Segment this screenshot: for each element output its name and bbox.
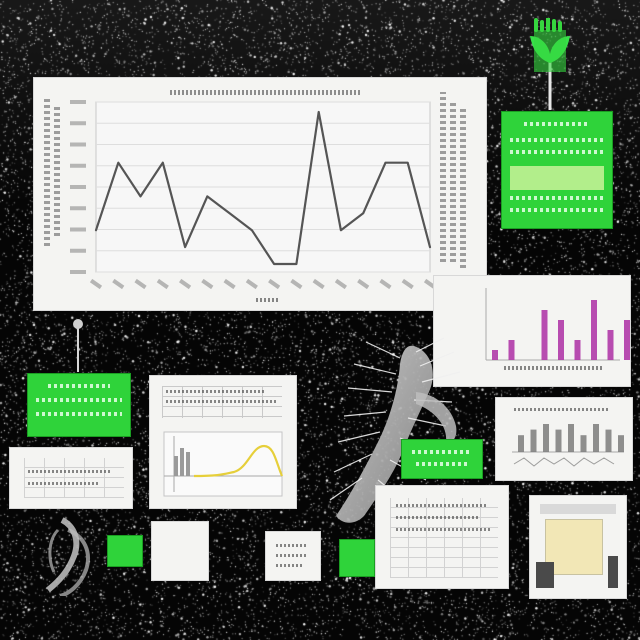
bottom-small-green-card-left	[108, 536, 142, 566]
x-tick-scribble	[334, 278, 347, 290]
main-line-chart-panel	[34, 78, 486, 310]
x-tick-scribble	[134, 278, 147, 290]
list-card-scribble-2	[276, 554, 308, 557]
x-tick-scribble	[223, 278, 236, 290]
bar	[591, 300, 597, 360]
document-header-bar	[540, 504, 616, 514]
x-tick-scribble	[179, 278, 192, 290]
mini-bar	[543, 424, 549, 452]
curve-left-bar-1	[174, 456, 178, 476]
list-card-scribble-1	[276, 544, 306, 547]
x-tick-scribble	[156, 278, 169, 290]
green-left-panel	[28, 374, 130, 436]
document-dark-block	[536, 562, 554, 588]
green-center-row-2	[416, 462, 468, 466]
bottom-small-green-card-right	[340, 540, 374, 576]
document-highlight	[546, 520, 602, 574]
y-tick-scribble	[70, 142, 86, 147]
x-tick-scribble	[245, 278, 258, 290]
y-tick-scribble	[70, 121, 86, 126]
green-left-row-1	[36, 398, 122, 402]
mini-bars	[518, 424, 624, 452]
y-tick-scribble	[70, 206, 86, 211]
y-ticks	[70, 100, 86, 274]
green-center-row-1	[412, 450, 472, 454]
bottom-left-grid	[24, 458, 124, 498]
green-left-title	[48, 384, 110, 388]
x-tick-scribble	[312, 278, 325, 290]
mini-bar	[580, 435, 587, 452]
bottom-center-scribble-1	[396, 504, 488, 507]
mini-bar	[593, 424, 599, 452]
seedling-icon	[530, 18, 570, 110]
bar	[558, 320, 564, 360]
list-card-scribble-3	[276, 564, 302, 567]
green-panel-row-1	[510, 138, 604, 142]
bottom-center-table-panel	[376, 486, 508, 588]
mini-bar-baseline-scribble	[513, 457, 615, 467]
x-tick-scribble	[268, 278, 281, 290]
bar-chart-x-scribble	[504, 366, 604, 370]
x-tick-scribble	[290, 278, 303, 290]
y-tick-scribble	[70, 185, 86, 189]
green-summary-panel	[502, 112, 612, 228]
mini-bar-chart	[512, 424, 624, 467]
bottom-small-white-card	[152, 522, 208, 580]
bar	[574, 340, 581, 360]
x-tick-scribble	[201, 278, 214, 290]
y-tick-scribble	[70, 227, 86, 232]
mini-bar	[530, 429, 537, 452]
document-dark-edge	[608, 556, 618, 588]
x-tick-scribble	[89, 278, 103, 290]
curve-left-bar-3	[186, 452, 190, 476]
mini-bar	[568, 424, 574, 452]
x-ticks	[89, 278, 437, 290]
green-panel-row-2	[510, 150, 604, 154]
bar	[541, 310, 548, 360]
mini-bar	[555, 429, 562, 452]
y-tick-scribble	[70, 163, 86, 168]
y-tick-scribble	[70, 248, 86, 253]
x-tick-scribble	[379, 278, 392, 290]
mini-bar	[518, 435, 524, 452]
x-tick-scribble	[401, 278, 414, 290]
green-panel-row-4	[510, 208, 604, 212]
y-tick-scribble	[70, 270, 86, 274]
bottom-center-grid	[390, 498, 498, 578]
bar	[624, 320, 630, 360]
bottom-left-scribble-1	[28, 470, 110, 473]
table-and-curve-panel	[150, 376, 296, 508]
root-illustration	[46, 517, 90, 596]
curve-left-bar-2	[180, 448, 184, 476]
bar	[508, 340, 515, 360]
y-tick-scribble	[70, 100, 86, 104]
bar	[607, 330, 614, 360]
bottom-left-table-panel	[10, 448, 132, 508]
line-chart	[70, 100, 437, 290]
x-tick-scribble	[112, 278, 125, 290]
mini-bar	[618, 435, 624, 452]
green-panel-row-3	[510, 196, 604, 200]
bar	[492, 350, 498, 360]
green-panel-highlight	[510, 166, 604, 190]
curve-chart	[163, 431, 284, 497]
bottom-left-scribble-2	[28, 482, 98, 485]
green-left-row-2	[36, 412, 122, 416]
bottom-right-document-panel	[530, 496, 626, 598]
fern-tail	[416, 392, 457, 443]
bottom-center-scribble-3	[396, 528, 492, 531]
green-center-panel	[402, 440, 482, 478]
bottom-small-list-card	[266, 532, 320, 580]
bars	[492, 300, 630, 360]
mini-bar-chart-panel	[496, 398, 632, 480]
mini-bar	[605, 429, 612, 452]
collage-canvas	[0, 0, 640, 640]
bottom-center-scribble-2	[396, 516, 480, 519]
green-panel-title-scribble	[524, 122, 590, 126]
pin-icon	[73, 319, 83, 372]
x-tick-scribble	[357, 278, 370, 290]
